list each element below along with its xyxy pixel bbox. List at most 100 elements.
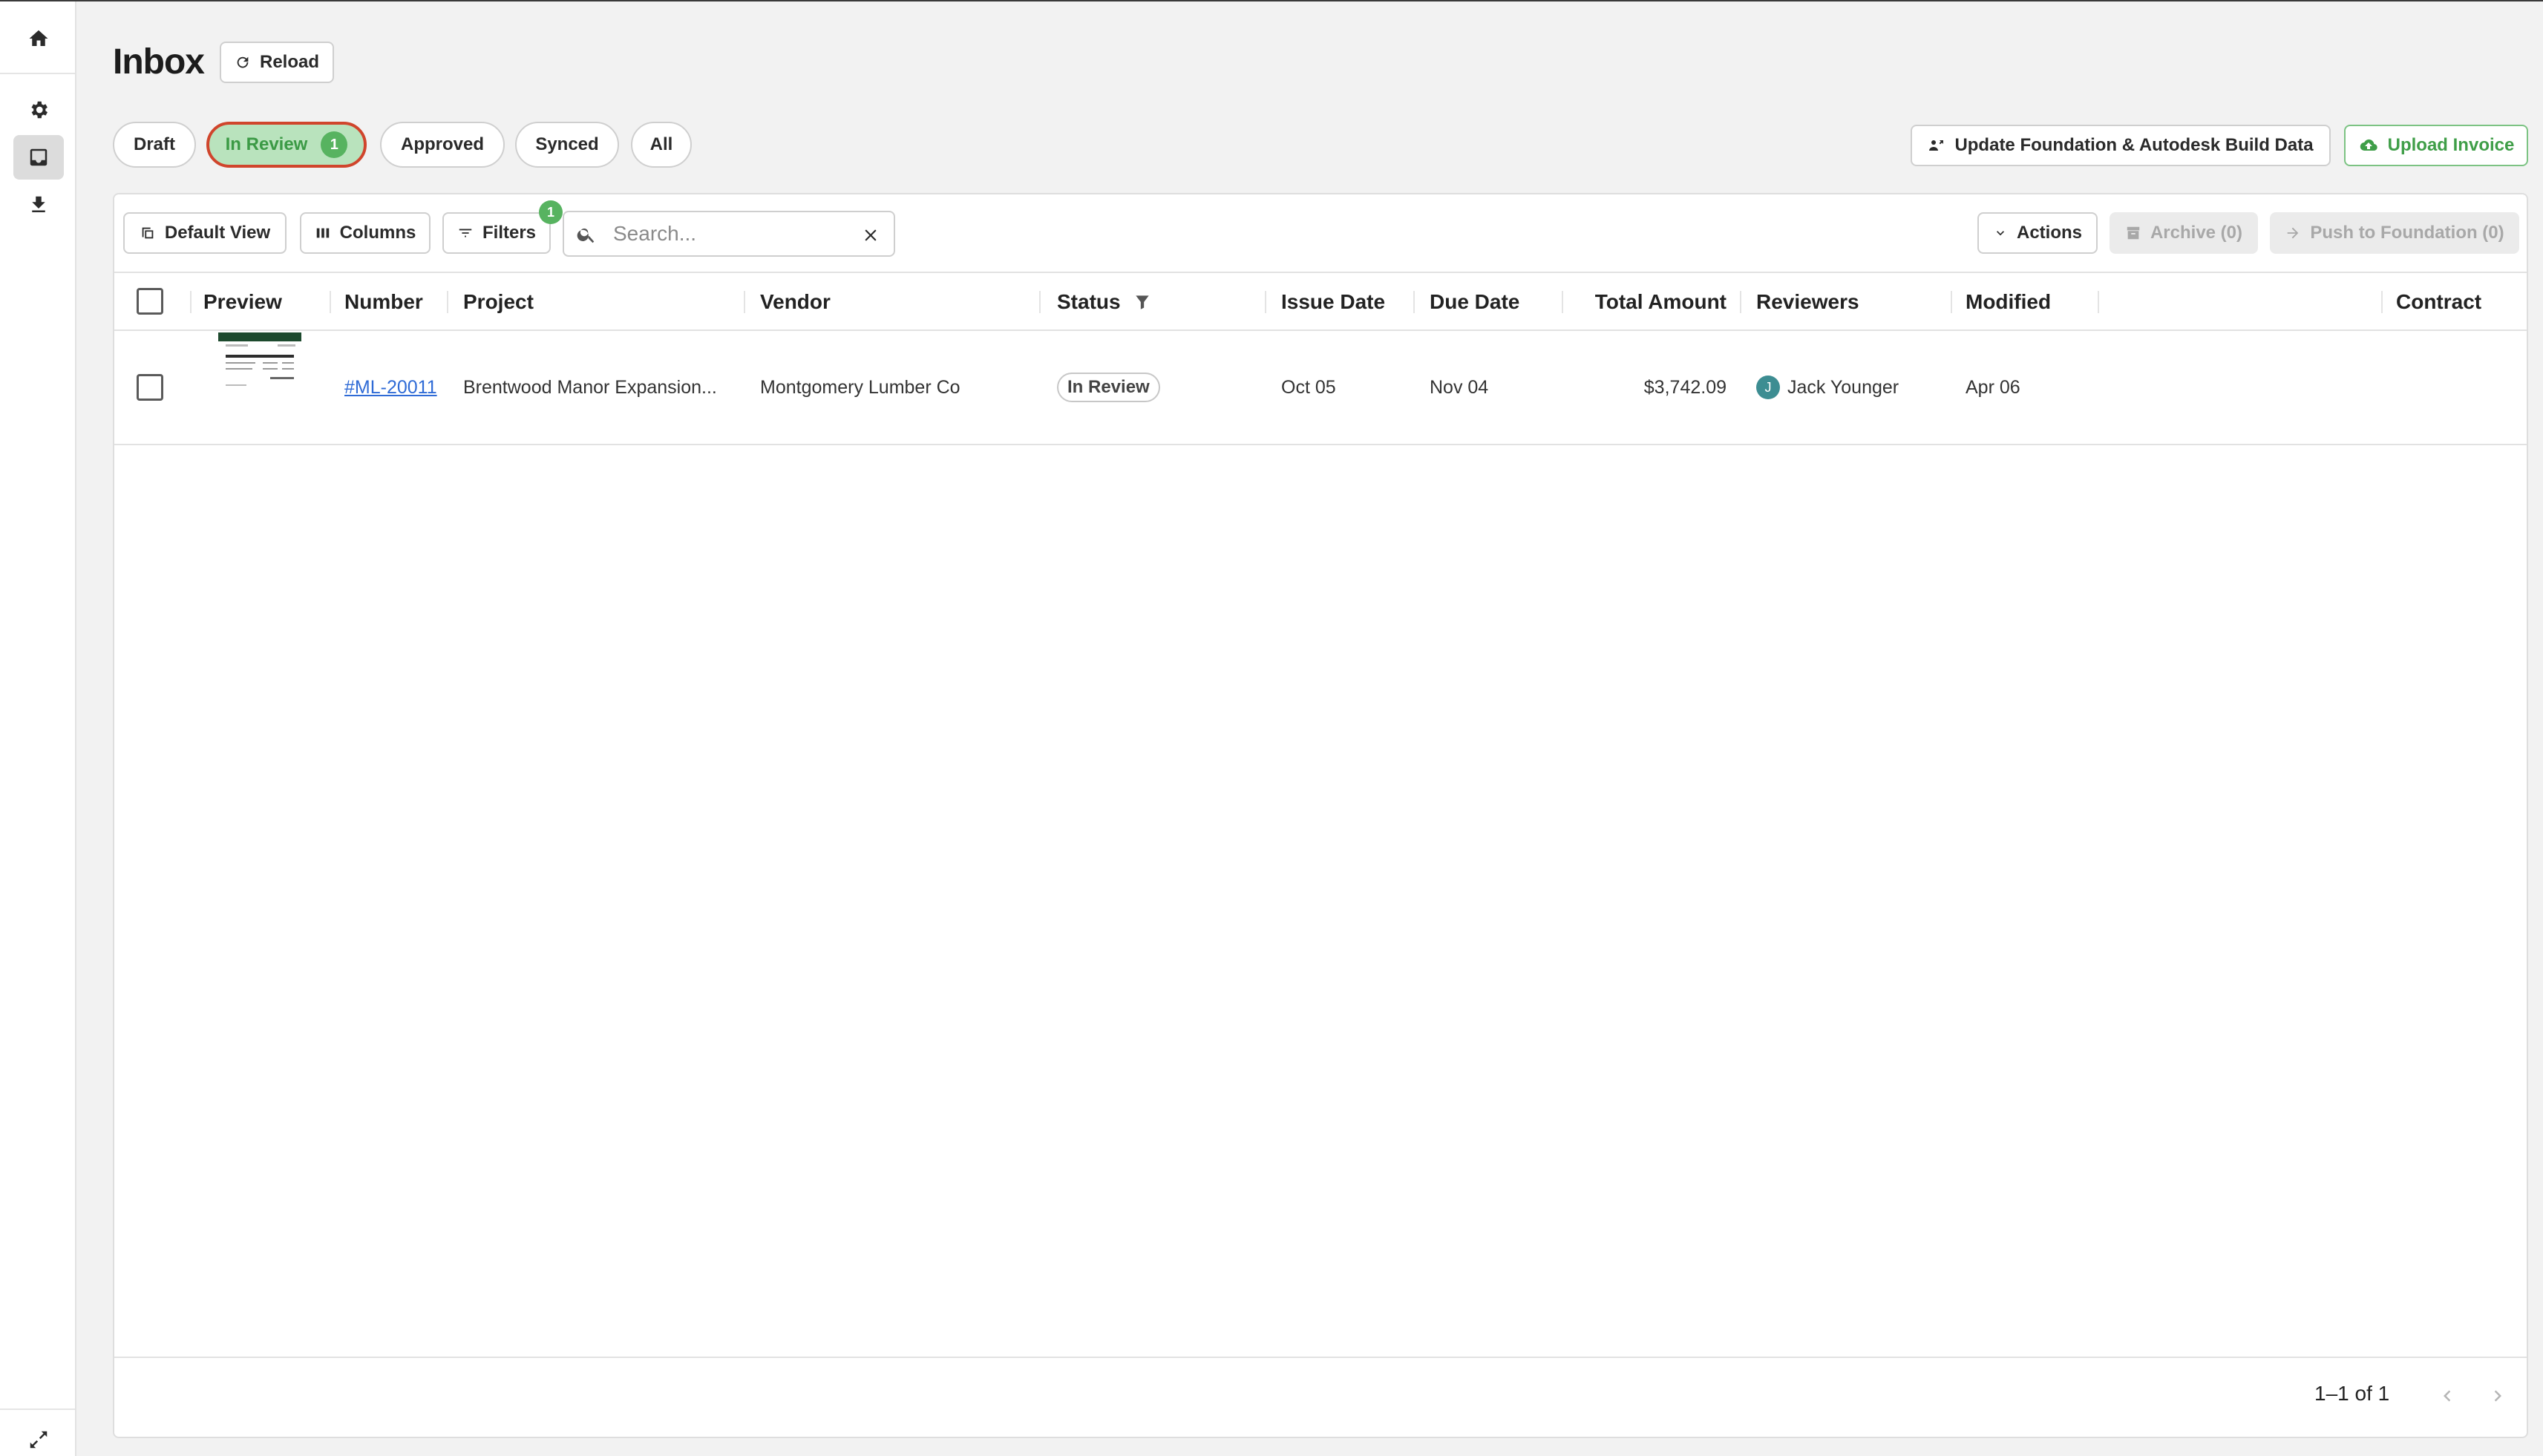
column-separator [744,291,745,313]
actions-label: Actions [2016,223,2082,243]
row-issue-date: Oct 05 [1281,376,1336,398]
column-separator [1039,291,1041,313]
columns-label: Columns [339,223,416,243]
columns-button[interactable]: Columns [300,212,431,254]
archive-label: Archive (0) [2150,223,2243,243]
column-header-project[interactable]: Project [463,273,534,331]
gear-icon[interactable] [13,88,64,132]
column-separator [1265,291,1266,313]
column-header-vendor[interactable]: Vendor [760,273,831,331]
search-icon [577,228,595,243]
column-separator [2381,291,2383,313]
invoice-number[interactable]: #ML-20011 [344,377,437,399]
sidebar-divider [0,73,75,74]
filter-icon[interactable] [1133,292,1152,312]
column-separator [1413,291,1415,313]
table-footer: 1–1 of 1 [114,1357,2527,1437]
push-to-foundation-button[interactable]: Push to Foundation (0) [2270,212,2519,254]
chevron-down-icon [1996,231,2004,236]
tab-all-label: All [649,134,673,154]
tab-in-review[interactable]: In Review 1 [206,122,367,168]
page-title: Inbox [113,42,205,82]
row-reviewers: J Jack Younger [1756,331,1899,444]
arrow-right-icon [2288,227,2299,239]
refresh-icon [237,56,249,68]
sync-people-icon [1929,140,1944,151]
reload-button[interactable]: Reload [220,42,334,83]
archive-button[interactable]: Archive (0) [2110,212,2258,254]
column-header-preview[interactable]: Preview [203,273,282,331]
invoice-table-panel: Default View Columns Filters 1 Actions A… [113,193,2528,1438]
archive-icon [2127,226,2140,240]
column-separator [447,291,448,313]
tab-synced-label: Synced [535,134,599,154]
tab-draft-label: Draft [133,134,175,154]
default-view-label: Default View [164,223,271,243]
tab-in-review-label: In Review [225,134,308,154]
column-separator [330,291,331,313]
row-total-amount: $3,742.09 [1643,376,1727,398]
update-data-label: Update Foundation & Autodesk Build Data [1954,135,2314,155]
avatar: J [1756,376,1780,399]
search-input[interactable] [613,220,836,248]
tab-synced[interactable]: Synced [515,122,619,168]
row-status: In Review [1057,331,1160,444]
column-separator [1951,291,1952,313]
column-header-modified[interactable]: Modified [1966,273,2051,331]
tab-approved-label: Approved [400,134,484,154]
actions-button[interactable]: Actions [1977,212,2098,254]
row-checkbox[interactable] [137,374,163,401]
row-due-date: Nov 04 [1430,376,1489,398]
push-to-foundation-label: Push to Foundation (0) [2310,223,2504,243]
column-header-status-label: Status [1057,290,1121,313]
reload-label: Reload [259,52,319,72]
reviewer-name: Jack Younger [1787,376,1899,398]
invoice-number-link[interactable]: #ML-20011 [344,331,437,444]
column-separator [190,291,192,313]
view-icon [142,227,154,239]
tab-draft[interactable]: Draft [113,122,196,168]
invoice-preview-thumbnail[interactable] [218,332,301,392]
column-header-reviewers[interactable]: Reviewers [1756,273,1859,331]
clear-search-icon[interactable] [861,226,880,245]
cloud-upload-icon [2360,139,2377,151]
table-header: Preview Number Project Vendor Status Iss… [114,272,2527,331]
filter-lines-icon [459,229,472,237]
select-all-checkbox[interactable] [137,288,163,315]
home-icon[interactable] [13,16,64,61]
row-project: Brentwood Manor Expansion... [463,376,717,398]
chevron-left-icon[interactable] [2436,1385,2458,1407]
column-header-issue-date[interactable]: Issue Date [1281,273,1385,331]
expand-icon[interactable] [13,1423,64,1456]
row-modified: Apr 06 [1966,376,2020,398]
column-separator [1740,291,1741,313]
download-icon[interactable] [13,183,64,227]
table-row[interactable]: #ML-20011 Brentwood Manor Expansion... M… [114,331,2527,445]
upload-invoice-label: Upload Invoice [2387,135,2515,155]
sidebar-bottom-divider [0,1409,75,1410]
filters-count-badge: 1 [539,200,563,224]
column-header-status[interactable]: Status [1057,273,1152,331]
upload-invoice-button[interactable]: Upload Invoice [2344,125,2528,166]
filters-label: Filters [482,223,537,243]
inbox-icon[interactable] [13,135,64,180]
sidebar [0,1,76,1456]
filters-button[interactable]: Filters [442,212,551,254]
update-data-button[interactable]: Update Foundation & Autodesk Build Data [1911,125,2331,166]
column-separator [2098,291,2099,313]
column-separator [1562,291,1563,313]
tab-approved[interactable]: Approved [380,122,505,168]
chevron-right-icon[interactable] [2487,1385,2509,1407]
tab-in-review-count: 1 [321,131,348,158]
columns-icon [316,228,329,238]
status-badge: In Review [1057,373,1160,402]
search-box [563,211,895,257]
default-view-button[interactable]: Default View [123,212,287,254]
column-header-total-amount[interactable]: Total Amount [1578,273,1727,331]
pagination-range: 1–1 of 1 [2314,1382,2390,1405]
row-vendor: Montgomery Lumber Co [760,376,960,398]
column-header-due-date[interactable]: Due Date [1430,273,1519,331]
column-header-number[interactable]: Number [344,273,423,331]
column-header-contract[interactable]: Contract [2396,273,2481,331]
tab-all[interactable]: All [631,122,692,168]
